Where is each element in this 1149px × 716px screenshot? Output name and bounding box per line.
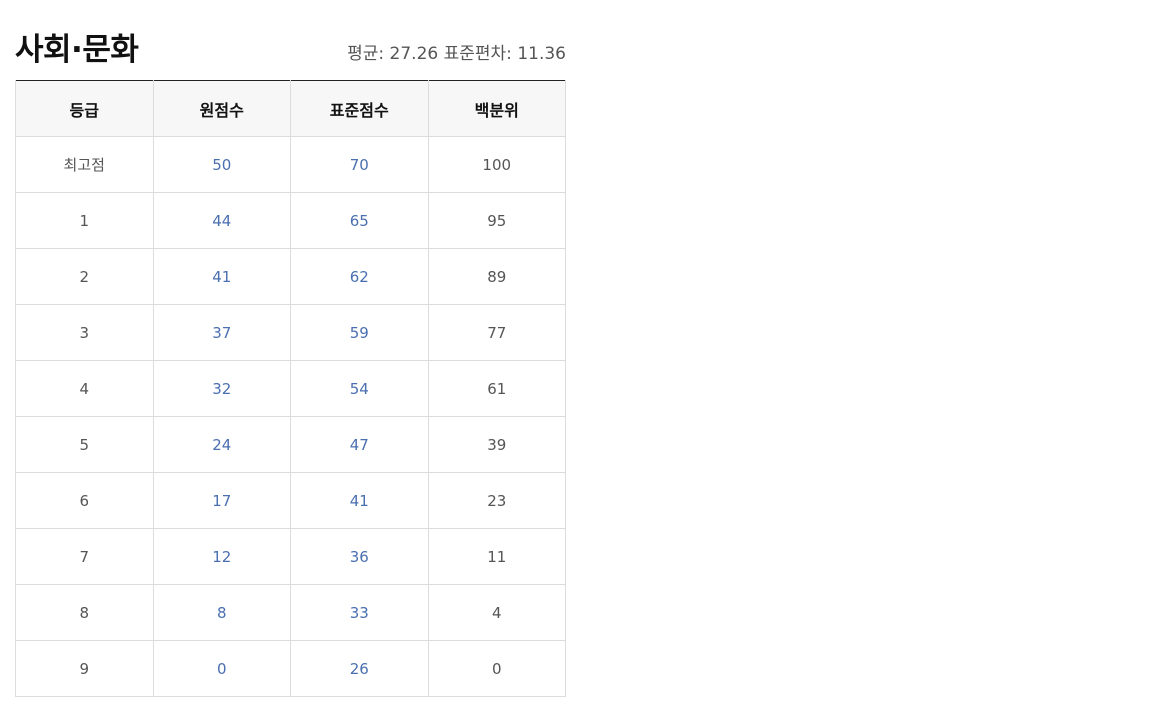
cell-raw-score: 24	[152, 416, 291, 473]
cell-percentile: 23	[427, 472, 566, 529]
table-header-row: 등급 원점수 표준점수 백분위	[15, 80, 566, 137]
header-raw-score: 원점수	[152, 80, 291, 137]
panel-header: 사회·문화 평균: 27.26 표준편차: 11.36	[15, 22, 566, 80]
grade-cut-panel: 사회·문화 평균: 27.26 표준편차: 11.36 등급 원점수 표준점수 …	[15, 22, 566, 697]
cell-grade: 1	[15, 192, 154, 249]
cell-percentile: 0	[427, 640, 566, 697]
mean-label: 평균:	[347, 44, 390, 64]
table-row: 3 37 59 77	[15, 304, 566, 361]
cell-grade: 2	[15, 248, 154, 305]
cell-grade: 4	[15, 360, 154, 417]
cell-raw-score: 17	[152, 472, 291, 529]
table-row: 2 41 62 89	[15, 248, 566, 305]
table-row: 4 32 54 61	[15, 360, 566, 417]
cell-raw-score: 44	[152, 192, 291, 249]
cell-grade: 5	[15, 416, 154, 473]
table-row: 7 12 36 11	[15, 528, 566, 585]
cell-percentile: 100	[427, 136, 566, 193]
header-percentile: 백분위	[427, 80, 566, 137]
mean-value: 27.26	[389, 44, 439, 64]
cell-grade: 9	[15, 640, 154, 697]
cell-raw-score: 37	[152, 304, 291, 361]
table-row: 9 0 26 0	[15, 640, 566, 697]
cell-grade: 3	[15, 304, 154, 361]
header-standard-score: 표준점수	[290, 80, 429, 137]
cell-grade: 최고점	[15, 136, 154, 193]
grade-table: 등급 원점수 표준점수 백분위 최고점 50 70 100 1 44 65 95…	[15, 80, 566, 697]
table-row: 1 44 65 95	[15, 192, 566, 249]
cell-grade: 8	[15, 584, 154, 641]
table-row: 5 24 47 39	[15, 416, 566, 473]
cell-standard-score: 41	[290, 472, 429, 529]
cell-percentile: 4	[427, 584, 566, 641]
cell-percentile: 39	[427, 416, 566, 473]
cell-standard-score: 33	[290, 584, 429, 641]
cell-raw-score: 32	[152, 360, 291, 417]
cell-grade: 7	[15, 528, 154, 585]
cell-grade: 6	[15, 472, 154, 529]
cell-raw-score: 12	[152, 528, 291, 585]
score-statistics: 평균: 27.26 표준편차: 11.36	[347, 39, 566, 64]
subject-title: 사회·문화	[15, 32, 139, 68]
cell-raw-score: 41	[152, 248, 291, 305]
cell-standard-score: 62	[290, 248, 429, 305]
cell-standard-score: 65	[290, 192, 429, 249]
cell-raw-score: 8	[152, 584, 291, 641]
table-body: 최고점 50 70 100 1 44 65 95 2 41 62 89 3 37…	[15, 136, 566, 697]
table-row: 6 17 41 23	[15, 472, 566, 529]
table-row: 최고점 50 70 100	[15, 136, 566, 193]
sd-value: 11.36	[517, 44, 566, 64]
cell-standard-score: 47	[290, 416, 429, 473]
cell-percentile: 95	[427, 192, 566, 249]
cell-standard-score: 36	[290, 528, 429, 585]
table-row: 8 8 33 4	[15, 584, 566, 641]
cell-standard-score: 26	[290, 640, 429, 697]
cell-standard-score: 70	[290, 136, 429, 193]
cell-percentile: 77	[427, 304, 566, 361]
cell-percentile: 11	[427, 528, 566, 585]
cell-percentile: 61	[427, 360, 566, 417]
cell-standard-score: 54	[290, 360, 429, 417]
header-grade: 등급	[15, 80, 154, 137]
cell-percentile: 89	[427, 248, 566, 305]
cell-raw-score: 0	[152, 640, 291, 697]
sd-label: 표준편차:	[438, 44, 518, 64]
cell-standard-score: 59	[290, 304, 429, 361]
cell-raw-score: 50	[152, 136, 291, 193]
